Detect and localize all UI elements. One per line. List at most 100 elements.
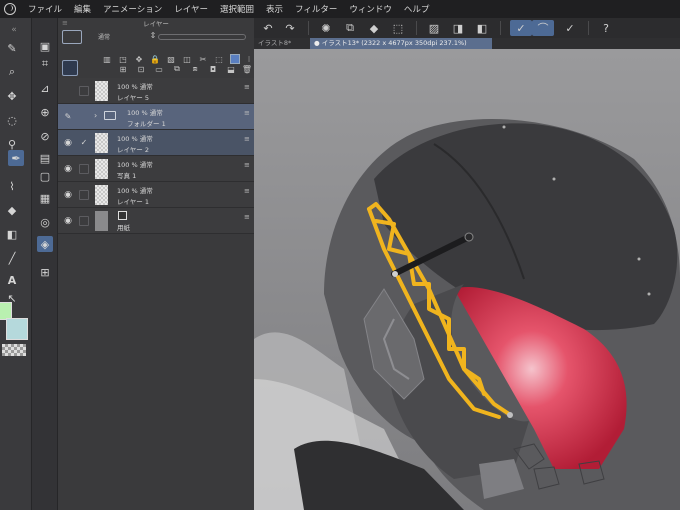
menu-window[interactable]: ウィンドウ: [343, 3, 398, 15]
palette-color-icon[interactable]: [230, 54, 240, 64]
layer-row[interactable]: ✎ › 100 % 通常 フォルダー 1 ≡: [58, 104, 254, 130]
eye-icon[interactable]: ◉: [63, 164, 73, 174]
layer-menu-icon[interactable]: ≡: [244, 188, 250, 195]
clear-outside-icon[interactable]: ◨: [450, 20, 466, 36]
menu-file[interactable]: ファイル: [22, 3, 68, 15]
sub-color-swatch[interactable]: [6, 318, 28, 340]
palette-more-icon[interactable]: ⁝: [244, 54, 254, 64]
tab-illust8[interactable]: イラスト8*: [254, 38, 310, 49]
pen-mode-icon[interactable]: ✓: [562, 20, 578, 36]
lock-transparency-icon[interactable]: ▧: [166, 54, 176, 64]
clip-icon[interactable]: ◳: [118, 54, 128, 64]
transparent-color-swatch[interactable]: [2, 344, 26, 356]
menu-selection[interactable]: 選択範囲: [214, 3, 260, 15]
brush-curve-icon[interactable]: ⌒: [532, 20, 554, 36]
layer-check-box[interactable]: [79, 86, 89, 96]
zoom-tool-icon[interactable]: ⌕: [4, 64, 20, 80]
ruler-icon[interactable]: ⊿: [37, 80, 53, 96]
opacity-slider[interactable]: [158, 34, 246, 40]
layer-check-box[interactable]: [79, 164, 89, 174]
reference-layer-icon[interactable]: ▥: [102, 54, 112, 64]
menu-animation[interactable]: アニメーション: [97, 3, 168, 15]
folder-expand-icon[interactable]: ›: [94, 111, 97, 120]
lasso-tool-icon[interactable]: ◌: [4, 112, 20, 128]
layer-menu-icon[interactable]: ≡: [244, 162, 250, 169]
search-layer-icon[interactable]: ⊞: [37, 264, 53, 280]
undo-icon[interactable]: ↶: [260, 20, 276, 36]
new-raster-layer-icon[interactable]: ⊞: [118, 64, 128, 74]
text-tool-icon[interactable]: A: [4, 272, 20, 288]
collapse-icon[interactable]: «: [6, 22, 22, 38]
visibility-toggle[interactable]: [63, 86, 73, 96]
redo-icon[interactable]: ↷: [282, 20, 298, 36]
fill-selection-icon[interactable]: ◆: [366, 20, 382, 36]
grip-icon[interactable]: ≡: [62, 19, 68, 27]
apply-mask-icon[interactable]: ⬓: [226, 64, 236, 74]
canvas[interactable]: [254, 49, 680, 510]
transfer-down-icon[interactable]: ⧉: [172, 64, 182, 74]
figure-tool-icon[interactable]: ╱: [4, 250, 20, 266]
menu-filter[interactable]: フィルター: [289, 3, 343, 15]
merge-down-icon[interactable]: ⧈: [190, 64, 200, 74]
menu-help[interactable]: ヘルプ: [398, 3, 436, 15]
menu-layer[interactable]: レイヤー: [168, 3, 214, 15]
pen-active-tool-icon[interactable]: ✒: [8, 150, 24, 166]
menu-view[interactable]: 表示: [260, 3, 289, 15]
sub-view-icon[interactable]: ▢: [37, 168, 53, 184]
new-vector-layer-icon[interactable]: ⊡: [136, 64, 146, 74]
new-folder-icon[interactable]: ▭: [154, 64, 164, 74]
copy-icon[interactable]: ⧉: [342, 20, 358, 36]
layer-menu-icon[interactable]: ≡: [244, 84, 250, 91]
blend-mode-select[interactable]: 通常: [98, 32, 110, 41]
pen-edit-icon[interactable]: ✎: [63, 112, 73, 122]
material-icon[interactable]: ⊕: [37, 104, 53, 120]
layer-menu-icon[interactable]: ≡: [244, 136, 250, 143]
brush-tool-icon[interactable]: ⌇: [4, 178, 20, 194]
fill-tool-icon[interactable]: ◆: [4, 202, 20, 218]
layer-color-box[interactable]: [62, 30, 82, 44]
eye-icon[interactable]: ◉: [63, 138, 73, 148]
ref-layer-icon[interactable]: ✥: [134, 54, 144, 64]
layer-menu-icon[interactable]: ≡: [244, 214, 250, 221]
layer-mask-icon[interactable]: ◘: [208, 64, 218, 74]
lock-icon[interactable]: 🔒: [150, 54, 160, 64]
delete-layer-icon[interactable]: 🗑: [242, 64, 252, 74]
layer-name: レイヤー 1: [117, 198, 150, 206]
blend-mode-stepper-icon[interactable]: ⇕: [148, 30, 158, 40]
layer-check-box[interactable]: [79, 216, 89, 226]
layer-color-icon[interactable]: ⬚: [214, 54, 224, 64]
vector-icon[interactable]: ⌗: [37, 56, 53, 72]
item-bank-icon[interactable]: ▦: [37, 190, 53, 206]
help-icon[interactable]: ?: [598, 20, 614, 36]
ruler-enable-icon[interactable]: ✂: [198, 54, 208, 64]
layer-row[interactable]: ◉ 用紙 ≡: [58, 208, 254, 234]
move-tool-icon[interactable]: ✥: [4, 88, 20, 104]
pen-tool-icon[interactable]: ✎: [4, 40, 20, 56]
layer-menu-icon[interactable]: ≡: [244, 110, 250, 117]
clear-icon[interactable]: ▨: [426, 20, 442, 36]
navigator-icon[interactable]: ⊘: [37, 128, 53, 144]
loading-icon[interactable]: ✺: [318, 20, 334, 36]
eye-icon[interactable]: ◉: [63, 190, 73, 200]
animation-icon[interactable]: ◎: [37, 214, 53, 230]
fill-icon[interactable]: ◧: [474, 20, 490, 36]
tab-illust13[interactable]: ● イラスト13* (2322 x 4677px 350dpi 237.1%): [310, 38, 492, 49]
app-logo-icon[interactable]: [4, 3, 16, 15]
mask-enable-icon[interactable]: ◫: [182, 54, 192, 64]
layer-check-box[interactable]: [79, 190, 89, 200]
layer-row[interactable]: ◉ ✓ 100 % 通常 レイヤー 2 ≡: [58, 130, 254, 156]
gradient-tool-icon[interactable]: ◧: [4, 226, 20, 242]
pen-stabilize-icon[interactable]: ✓: [510, 20, 532, 36]
layer-name: 用紙: [117, 224, 130, 232]
layer-panel-tab[interactable]: [62, 60, 78, 76]
layer-panel-icon[interactable]: ◈: [37, 236, 53, 252]
layer-property-icon[interactable]: ▣: [37, 38, 53, 54]
eye-icon[interactable]: ◉: [63, 216, 73, 226]
transform-icon[interactable]: ⬚: [390, 20, 406, 36]
menu-edit[interactable]: 編集: [68, 3, 97, 15]
layer-row[interactable]: 100 % 通常 レイヤー 5 ≡: [58, 78, 254, 104]
history-icon[interactable]: ▤: [37, 150, 53, 166]
layer-row[interactable]: ◉ 100 % 通常 写真 1 ≡: [58, 156, 254, 182]
layer-row[interactable]: ◉ 100 % 通常 レイヤー 1 ≡: [58, 182, 254, 208]
check-icon[interactable]: ✓: [79, 138, 89, 148]
